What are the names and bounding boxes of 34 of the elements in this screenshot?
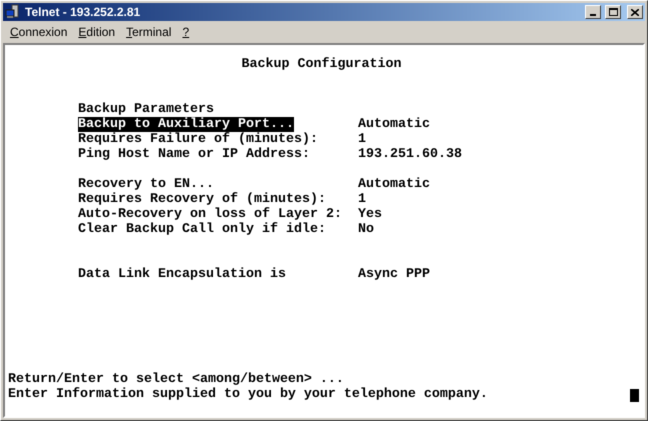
minimize-button[interactable] xyxy=(585,5,601,19)
field-label[interactable]: Clear Backup Call only if idle: xyxy=(78,222,326,237)
field-value: Automatic xyxy=(358,117,430,132)
field-label[interactable]: Requires Failure of (minutes): xyxy=(78,132,318,147)
field-value: 193.251.60.38 xyxy=(358,147,462,162)
text-cursor xyxy=(630,389,639,402)
terminal-screen[interactable] xyxy=(3,43,645,418)
field-label[interactable]: Recovery to EN... xyxy=(78,177,214,192)
field-value: 1 xyxy=(358,132,366,147)
field-value: Yes xyxy=(358,207,382,222)
menu-item[interactable]: ? xyxy=(177,23,194,41)
maximize-button[interactable] xyxy=(605,5,621,19)
field-value: 1 xyxy=(358,192,366,207)
field-label[interactable]: Requires Recovery of (minutes): xyxy=(78,192,326,207)
status-line: Enter Information supplied to you by your telephone company. xyxy=(8,387,488,402)
field-value: Async PPP xyxy=(358,267,430,282)
menu-item[interactable]: Edition xyxy=(73,23,120,41)
menu-item[interactable]: Connexion xyxy=(5,23,72,41)
computer-icon xyxy=(5,4,21,20)
screen-title: Backup Configuration xyxy=(242,57,402,72)
close-icon xyxy=(631,8,639,16)
status-line: Return/Enter to select <among/between> ... xyxy=(8,372,344,387)
field-label[interactable]: Data Link Encapsulation is xyxy=(78,267,286,282)
maximize-icon xyxy=(608,8,618,16)
minimize-icon xyxy=(590,14,596,16)
field-label[interactable]: Ping Host Name or IP Address: xyxy=(78,147,310,162)
field-value: Automatic xyxy=(358,177,430,192)
field-label[interactable]: Backup to Auxiliary Port... xyxy=(78,117,294,132)
window-title: Telnet - 193.252.2.81 xyxy=(25,4,142,21)
section-heading: Backup Parameters xyxy=(78,102,214,117)
field-label[interactable]: Auto-Recovery on loss of Layer 2: xyxy=(78,207,342,222)
menu-item[interactable]: Terminal xyxy=(121,23,176,41)
close-button[interactable] xyxy=(627,5,643,19)
field-value: No xyxy=(358,222,374,237)
